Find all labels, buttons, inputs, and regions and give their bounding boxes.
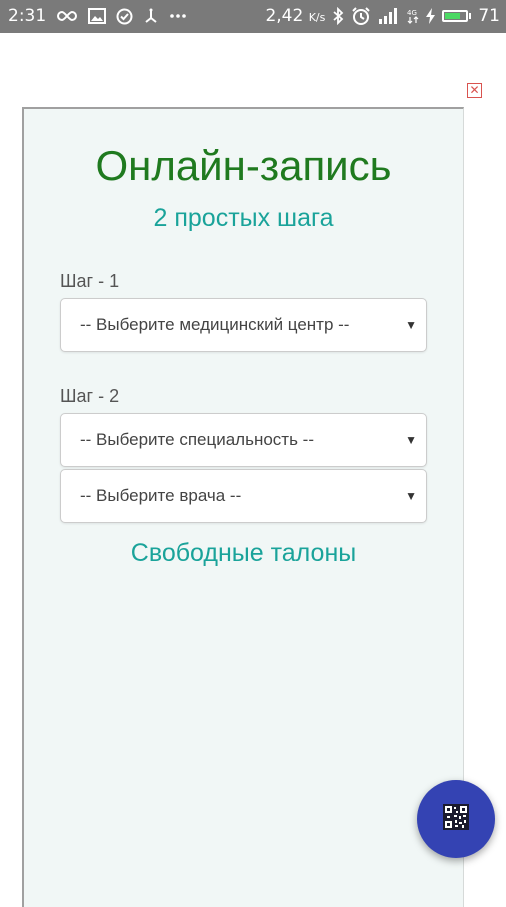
doctor-select-value: -- Выберите врача --: [80, 486, 242, 505]
signal-icon: [378, 8, 400, 24]
network-speed: 2,42 K/s: [265, 6, 325, 26]
step1-label: Шаг - 1: [60, 271, 120, 291]
close-ad-button[interactable]: ✕: [467, 83, 482, 98]
image-icon: [88, 8, 107, 24]
step2-label: Шаг - 2: [60, 386, 120, 406]
qr-code-icon: [443, 803, 469, 835]
booking-panel: Онлайн-запись 2 простых шага Шаг - 1 -- …: [22, 107, 464, 907]
dropdown-arrow-icon: ▼: [405, 318, 417, 332]
battery-fill: [445, 13, 460, 19]
clock: 2:31: [8, 6, 47, 26]
clinic-select-value: -- Выберите медицинский центр --: [80, 315, 350, 334]
battery-percent: 71: [478, 6, 500, 26]
doctor-select[interactable]: -- Выберите врача -- ▼: [60, 469, 427, 523]
status-bar-right: 2,42 K/s 4G 71: [265, 6, 500, 26]
status-bar: 2:31 2,42 K/s 4G 71: [0, 0, 506, 33]
alarm-icon: [351, 6, 371, 26]
free-slots-link[interactable]: Свободные талоны: [24, 539, 463, 568]
check-circle-icon: [116, 8, 133, 25]
network-speed-value: 2,42: [265, 6, 304, 26]
specialty-select-value: -- Выберите специальность --: [80, 430, 314, 449]
qr-scan-button[interactable]: [417, 780, 495, 858]
4g-icon: 4G: [407, 8, 419, 24]
infinity-icon: [56, 10, 78, 22]
usb-icon: [143, 8, 159, 24]
more-icon: [169, 13, 187, 19]
charging-icon: [426, 8, 436, 24]
clinic-select[interactable]: -- Выберите медицинский центр -- ▼: [60, 298, 427, 352]
status-bar-left: 2:31: [8, 6, 187, 26]
battery-icon: [442, 10, 472, 22]
bluetooth-icon: [332, 7, 344, 25]
specialty-select[interactable]: -- Выберите специальность -- ▼: [60, 413, 427, 467]
dropdown-arrow-icon: ▼: [405, 489, 417, 503]
page-title: Онлайн-запись: [95, 142, 392, 189]
dropdown-arrow-icon: ▼: [405, 433, 417, 447]
svg-text:4G: 4G: [407, 9, 417, 17]
close-icon: ✕: [469, 83, 480, 97]
page-subtitle: 2 простых шага: [153, 204, 334, 232]
network-speed-unit: K/s: [308, 11, 326, 24]
